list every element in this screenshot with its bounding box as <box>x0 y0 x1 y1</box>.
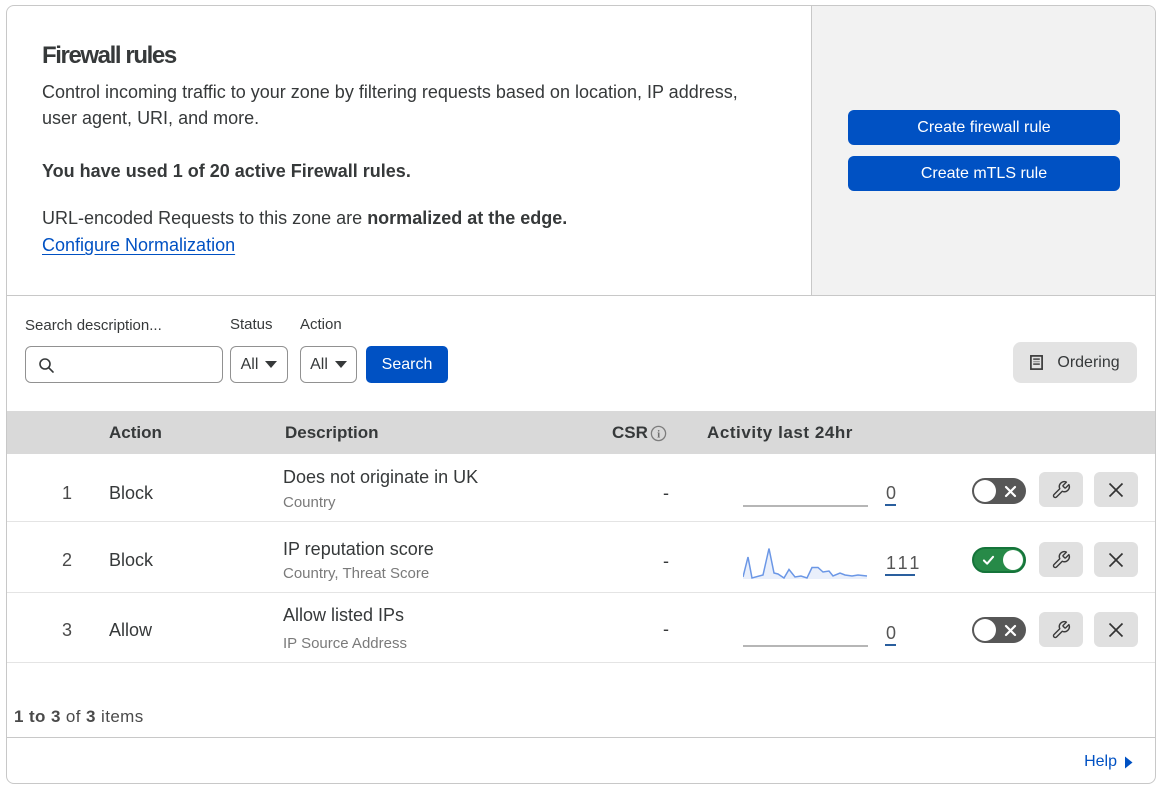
svg-text:i: i <box>657 429 660 441</box>
